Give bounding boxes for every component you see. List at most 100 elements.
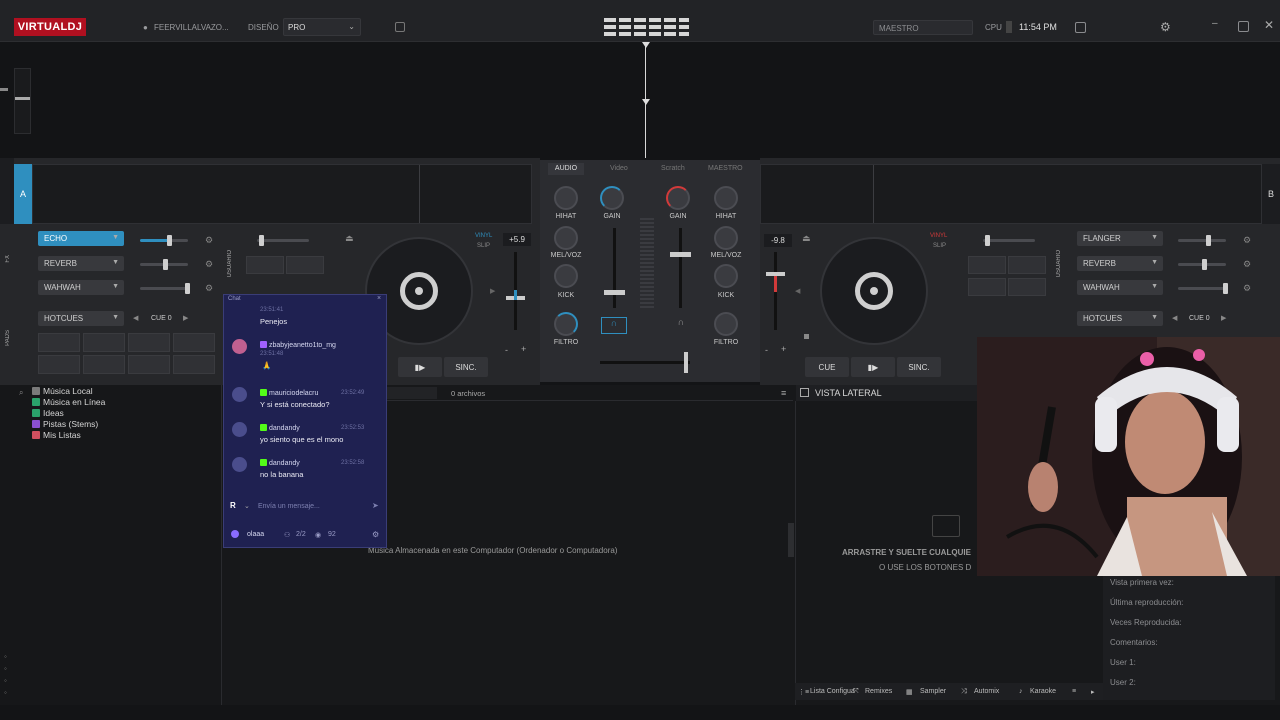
gear-icon[interactable]: ⚙: [205, 235, 213, 246]
record-settings-icon[interactable]: [1075, 22, 1086, 33]
chat-close-icon[interactable]: ×: [377, 295, 381, 302]
pads-select[interactable]: HOTCUES ▼: [38, 311, 124, 326]
chat-input[interactable]: Envía un mensaje...: [258, 503, 320, 510]
send-icon[interactable]: ➤: [372, 501, 379, 510]
next-icon[interactable]: ▶: [183, 314, 188, 322]
pad-2[interactable]: [83, 333, 125, 352]
eq-kick-right[interactable]: [714, 264, 738, 288]
tab-playlist[interactable]: Lista Configua: [810, 688, 855, 695]
gear-icon[interactable]: ⚙: [1243, 283, 1251, 294]
remixes-icon[interactable]: ⤧: [853, 688, 859, 696]
fx-select-right-2[interactable]: REVERB ▼: [1077, 256, 1163, 271]
next-icon[interactable]: ▶: [1221, 314, 1226, 322]
eq-mid-left[interactable]: [554, 226, 578, 250]
design-select[interactable]: PRO ⌄: [283, 18, 361, 36]
pad-5[interactable]: [38, 355, 80, 374]
layout-grid-icon[interactable]: [604, 18, 689, 36]
pad-7[interactable]: [128, 355, 170, 374]
tree-item-local[interactable]: Música Local: [32, 386, 93, 396]
expand-icon[interactable]: ▸: [1091, 688, 1095, 696]
tree-item-online[interactable]: Música en Línea: [32, 397, 105, 407]
pitch-minus-icon[interactable]: -: [505, 345, 508, 355]
user-name[interactable]: FEERVILLALVAZO...: [154, 23, 229, 32]
sampler-icon[interactable]: ▦: [906, 688, 913, 696]
deck-left-overview[interactable]: [32, 164, 532, 224]
tab-automix[interactable]: Automix: [974, 688, 999, 695]
pitch-plus-icon[interactable]: +: [781, 344, 786, 354]
fx-right-3-slider[interactable]: [1178, 283, 1228, 294]
tab-playlist-icon[interactable]: ⋮≡: [798, 688, 809, 696]
deck-b-letter[interactable]: B: [1262, 164, 1280, 224]
tab-master[interactable]: MAESTRO: [708, 165, 743, 172]
gain-left[interactable]: [600, 186, 624, 210]
cue-right[interactable]: CUE: [805, 357, 849, 377]
tree-item-lists[interactable]: Mis Listas: [32, 430, 81, 440]
volume-fader-left[interactable]: [604, 228, 625, 308]
pad-8[interactable]: [173, 355, 215, 374]
tab-video[interactable]: Video: [610, 165, 628, 172]
eq-mid-right[interactable]: [714, 226, 738, 250]
more-icon[interactable]: ≡: [1072, 688, 1076, 695]
pitch-plus-icon[interactable]: +: [521, 344, 526, 354]
search-field[interactable]: [387, 387, 437, 399]
fx-select-1[interactable]: ECHO ▼: [38, 231, 124, 246]
deck-right-overview[interactable]: [760, 164, 1262, 224]
fx-select-right-3[interactable]: WAHWAH ▼: [1077, 280, 1163, 295]
tree-item-stems[interactable]: Pistas (Stems): [32, 419, 98, 429]
loop-small-icon[interactable]: [804, 334, 809, 339]
message-user[interactable]: dandandy: [260, 459, 300, 467]
maximize-icon[interactable]: [1238, 21, 1249, 32]
message-user[interactable]: zbabyjeanetto1to_mg: [260, 341, 336, 349]
deck-a-letter[interactable]: A: [14, 164, 32, 224]
tab-remixes[interactable]: Remixes: [865, 688, 892, 695]
headphone-cue-right-icon[interactable]: ∩: [668, 317, 694, 334]
crossfader[interactable]: [600, 352, 690, 373]
fx-select-2[interactable]: REVERB ▼: [38, 256, 124, 271]
gear-icon[interactable]: ⚙: [372, 530, 379, 539]
jog-wheel-right[interactable]: [820, 237, 928, 345]
gear-icon[interactable]: ⚙: [1160, 20, 1171, 34]
headphone-cue-left-icon[interactable]: ∩: [601, 317, 627, 334]
loop-btn-right-4[interactable]: [1008, 278, 1046, 296]
pitch-minus-icon[interactable]: -: [765, 345, 768, 355]
zoom-slider[interactable]: [14, 68, 31, 134]
fx-right-1-slider[interactable]: [1178, 235, 1226, 246]
fx2-param-slider[interactable]: [140, 259, 188, 270]
volume-fader-right[interactable]: [670, 228, 691, 308]
fx-right-2-slider[interactable]: [1178, 259, 1226, 270]
message-user[interactable]: mauriciodelacru: [260, 389, 318, 397]
fx-select-3[interactable]: WAHWAH ▼: [38, 280, 124, 295]
close-icon[interactable]: ✕: [1264, 18, 1274, 32]
search-icon[interactable]: ⌕: [19, 388, 23, 398]
slip-button[interactable]: SLIP: [477, 243, 490, 249]
pads-select-right[interactable]: HOTCUES ▼: [1077, 311, 1163, 326]
slip-button-right[interactable]: SLIP: [933, 243, 946, 249]
filter-left[interactable]: [554, 312, 578, 336]
gain-right[interactable]: [666, 186, 690, 210]
gear-icon[interactable]: ⚙: [1243, 235, 1251, 246]
pad-6[interactable]: [83, 355, 125, 374]
pitch-fader-right[interactable]: [766, 252, 785, 330]
loop-btn-1[interactable]: [246, 256, 284, 274]
automix-icon[interactable]: ⤨: [961, 688, 967, 696]
pad-4[interactable]: [173, 333, 215, 352]
record-icon[interactable]: [395, 22, 405, 32]
mic-icon[interactable]: ♪: [1019, 688, 1023, 695]
list-options-icon[interactable]: ≡: [781, 388, 786, 398]
tree-side-tools[interactable]: ◦ ◦ ◦ ◦: [4, 651, 24, 701]
fx-select-right-1[interactable]: FLANGER ▼: [1077, 231, 1163, 246]
message-user[interactable]: dandandy: [260, 424, 300, 432]
chevron-down-icon[interactable]: ⌄: [244, 502, 250, 510]
sync-left[interactable]: SINC.: [444, 357, 488, 377]
prev-icon[interactable]: ◀: [1172, 314, 1177, 322]
pad-3[interactable]: [128, 333, 170, 352]
filter-right[interactable]: [714, 312, 738, 336]
tab-scratch[interactable]: Scratch: [661, 165, 685, 172]
gear-icon[interactable]: ⚙: [205, 283, 213, 294]
fx3-param-slider[interactable]: [140, 283, 190, 294]
side-panel-splitter[interactable]: [788, 523, 794, 557]
loop-btn-right-3[interactable]: [968, 278, 1006, 296]
eq-hihat-left[interactable]: [554, 186, 578, 210]
loop-btn-right-2[interactable]: [1008, 256, 1046, 274]
gear-icon[interactable]: ⚙: [205, 259, 213, 270]
